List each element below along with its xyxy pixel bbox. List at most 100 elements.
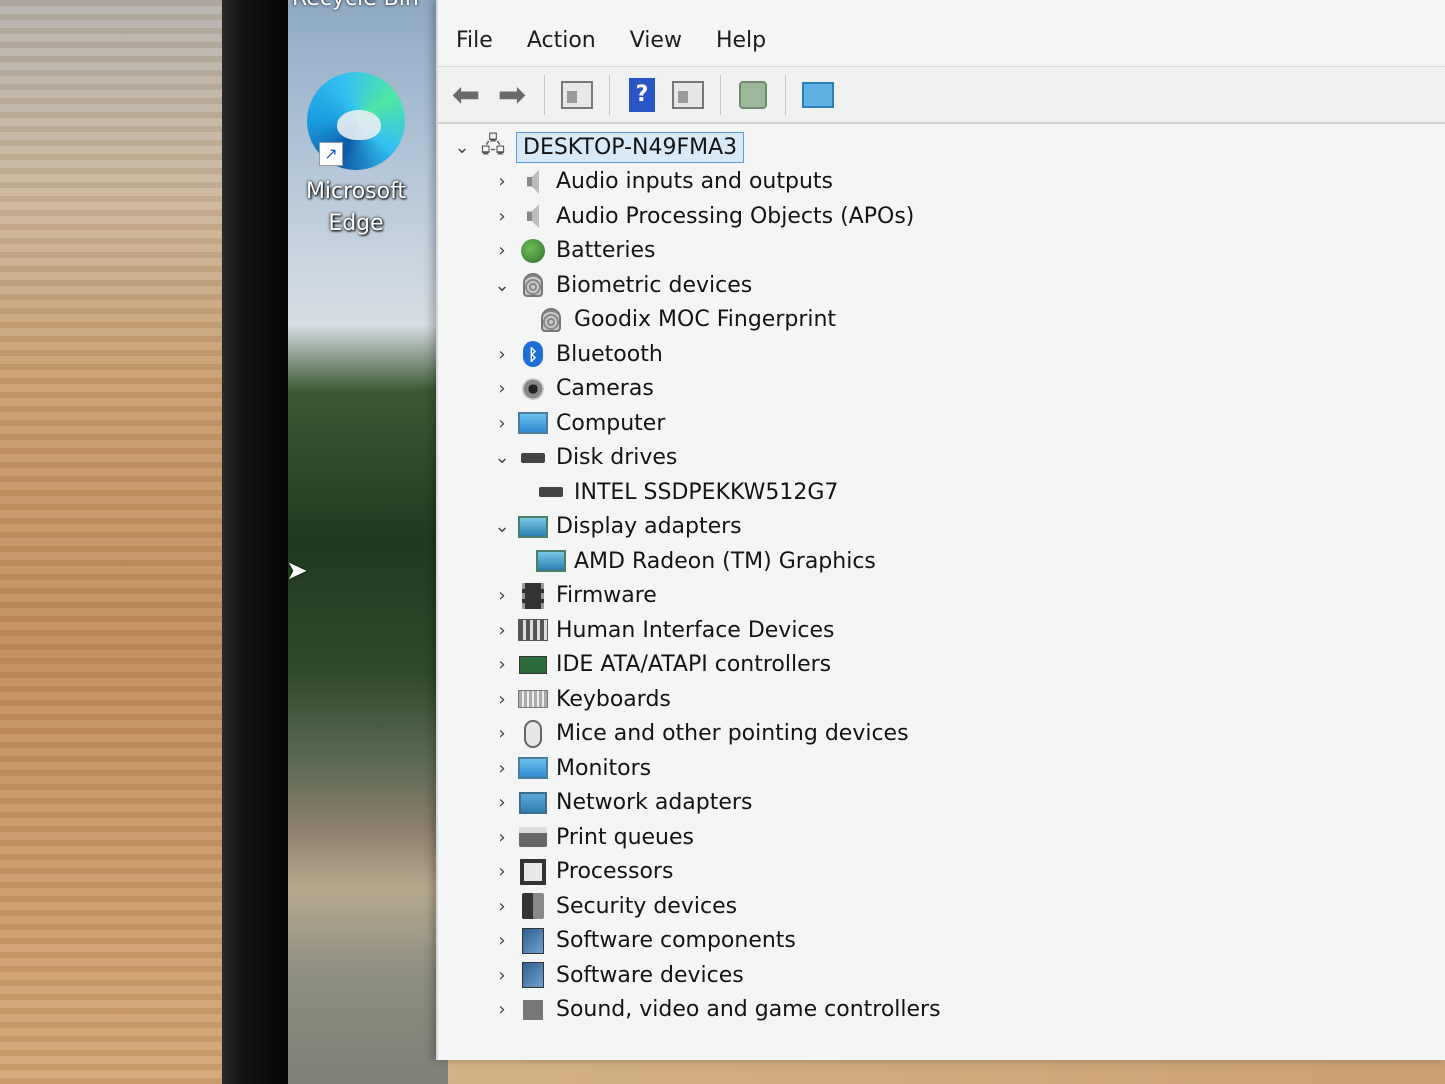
- tree-category-row[interactable]: › ᛒ Bluetooth: [438, 337, 1445, 372]
- toolbar: ⬅ ➡ ?: [438, 66, 1445, 124]
- tree-category-row[interactable]: › Monitors: [438, 751, 1445, 786]
- edge-desktop-shortcut[interactable]: ↗ Microsoft Edge: [296, 72, 416, 240]
- chevron-right-icon[interactable]: ›: [492, 654, 512, 675]
- security-device-icon-shape: [522, 893, 544, 920]
- tree-category-row[interactable]: › Print queues: [438, 820, 1445, 855]
- tree-category-row[interactable]: › Audio Processing Objects (APOs): [438, 199, 1445, 234]
- monitor-icon-shape: [518, 757, 548, 780]
- display-adapter-icon-shape: [536, 550, 566, 573]
- menu-view[interactable]: View: [630, 28, 682, 53]
- tree-category-row[interactable]: › Batteries: [438, 234, 1445, 269]
- chevron-right-icon[interactable]: ›: [492, 723, 512, 744]
- tree-device-row[interactable]: Goodix MOC Fingerprint: [438, 303, 1445, 338]
- chevron-right-icon[interactable]: ›: [492, 930, 512, 951]
- chevron-right-icon[interactable]: ›: [492, 896, 512, 917]
- tree-category-row[interactable]: › Cameras: [438, 372, 1445, 407]
- monitor-icon: [802, 81, 834, 108]
- software-component-icon: [518, 927, 548, 955]
- tree-row-label: Software components: [556, 928, 796, 954]
- menu-action[interactable]: Action: [527, 28, 596, 53]
- tree-category-row[interactable]: › Audio inputs and outputs: [438, 165, 1445, 200]
- chevron-right-icon[interactable]: ›: [492, 378, 512, 399]
- keyboard-icon-shape: [518, 690, 548, 709]
- tree-row-label: Monitors: [556, 755, 652, 781]
- tree-category-row[interactable]: › Human Interface Devices: [438, 613, 1445, 648]
- tree-row-label: Batteries: [556, 238, 656, 264]
- tree-category-row[interactable]: ⌄ Disk drives: [438, 441, 1445, 476]
- sound-controller-icon: [518, 996, 548, 1024]
- keyboard-icon: [518, 685, 548, 713]
- tree-category-row[interactable]: › Mice and other pointing devices: [438, 717, 1445, 752]
- laptop-bezel: [222, 0, 294, 1084]
- monitor-icon: [518, 754, 548, 782]
- menu-bar: File Action View Help: [438, 14, 1445, 66]
- properties-button[interactable]: [668, 75, 708, 115]
- battery-icon-shape: [521, 238, 545, 263]
- tree-category-row[interactable]: › Software devices: [438, 958, 1445, 993]
- disk-icon: [518, 444, 548, 472]
- chevron-down-icon[interactable]: ⌄: [492, 516, 512, 537]
- chevron-right-icon[interactable]: ›: [492, 792, 512, 813]
- chevron-right-icon[interactable]: ›: [492, 206, 512, 227]
- chevron-right-icon[interactable]: ›: [492, 689, 512, 710]
- tree-row-label: Security devices: [556, 893, 738, 919]
- tree-category-row[interactable]: › Keyboards: [438, 682, 1445, 717]
- chevron-right-icon[interactable]: ›: [492, 171, 512, 192]
- tree-category-row[interactable]: › Security devices: [438, 889, 1445, 924]
- tree-row-label: Biometric devices: [556, 272, 753, 298]
- tree-category-row[interactable]: ⌄ Biometric devices: [438, 268, 1445, 303]
- chevron-right-icon[interactable]: ›: [492, 827, 512, 848]
- tree-category-row[interactable]: › Sound, video and game controllers: [438, 993, 1445, 1028]
- firmware-icon: [518, 582, 548, 610]
- tree-category-row[interactable]: › IDE ATA/ATAPI controllers: [438, 648, 1445, 683]
- display-adapter-icon-shape: [518, 515, 548, 538]
- tree-row-label: IDE ATA/ATAPI controllers: [556, 652, 832, 678]
- tree-device-row[interactable]: INTEL SSDPEKKW512G7: [438, 475, 1445, 510]
- printer-icon-shape: [519, 827, 547, 848]
- tree-category-row[interactable]: › Software components: [438, 924, 1445, 959]
- device-manager-window: File Action View Help ⬅ ➡ ? ⌄ 🖧 DESKTOP-…: [436, 0, 1445, 1060]
- show-hide-console-tree-button[interactable]: [557, 75, 597, 115]
- scan-hardware-button[interactable]: [733, 75, 773, 115]
- forward-arrow-icon[interactable]: ➡: [492, 75, 532, 115]
- edge-label: Microsoft Edge: [296, 176, 416, 240]
- disk-icon-shape: [521, 452, 545, 463]
- edge-label-line2: Edge: [328, 211, 384, 236]
- recycle-bin-label[interactable]: Recycle Bin: [292, 0, 419, 11]
- chevron-down-icon[interactable]: ⌄: [452, 137, 472, 158]
- chevron-right-icon[interactable]: ›: [492, 965, 512, 986]
- security-device-icon: [518, 892, 548, 920]
- chevron-right-icon[interactable]: ›: [492, 240, 512, 261]
- tree-category-row[interactable]: › Firmware: [438, 579, 1445, 614]
- speaker-icon-shape: [527, 204, 539, 229]
- tree-category-row[interactable]: ⌄ Display adapters: [438, 510, 1445, 545]
- tree-category-row[interactable]: › Processors: [438, 855, 1445, 890]
- chevron-right-icon[interactable]: ›: [492, 999, 512, 1020]
- chevron-right-icon[interactable]: ›: [492, 861, 512, 882]
- tree-row-label: AMD Radeon (TM) Graphics: [574, 548, 876, 574]
- help-icon: ?: [629, 77, 655, 112]
- chevron-right-icon[interactable]: ›: [492, 413, 512, 434]
- ide-controller-icon-shape: [519, 655, 547, 674]
- chevron-right-icon[interactable]: ›: [492, 585, 512, 606]
- chevron-right-icon[interactable]: ›: [492, 758, 512, 779]
- tree-row-label: Firmware: [556, 583, 657, 609]
- chevron-right-icon[interactable]: ›: [492, 344, 512, 365]
- tree-root[interactable]: ⌄ 🖧 DESKTOP-N49FMA3: [438, 130, 1445, 165]
- menu-file[interactable]: File: [456, 28, 493, 53]
- tree-category-row[interactable]: › Network adapters: [438, 786, 1445, 821]
- tree-items: › Audio inputs and outputs › Audio Processi…: [438, 165, 1445, 1028]
- bluetooth-icon-shape: ᛒ: [523, 341, 543, 368]
- back-arrow-icon[interactable]: ⬅: [446, 75, 486, 115]
- update-driver-button[interactable]: [798, 75, 838, 115]
- chevron-right-icon[interactable]: ›: [492, 620, 512, 641]
- tree-row-label: Bluetooth: [556, 341, 663, 367]
- help-button[interactable]: ?: [622, 75, 662, 115]
- camera-icon: [518, 375, 548, 403]
- tree-device-row[interactable]: AMD Radeon (TM) Graphics: [438, 544, 1445, 579]
- chevron-down-icon[interactable]: ⌄: [492, 447, 512, 468]
- menu-help[interactable]: Help: [716, 28, 766, 53]
- tree-row-label: Computer: [556, 410, 666, 436]
- chevron-down-icon[interactable]: ⌄: [492, 275, 512, 296]
- tree-category-row[interactable]: › Computer: [438, 406, 1445, 441]
